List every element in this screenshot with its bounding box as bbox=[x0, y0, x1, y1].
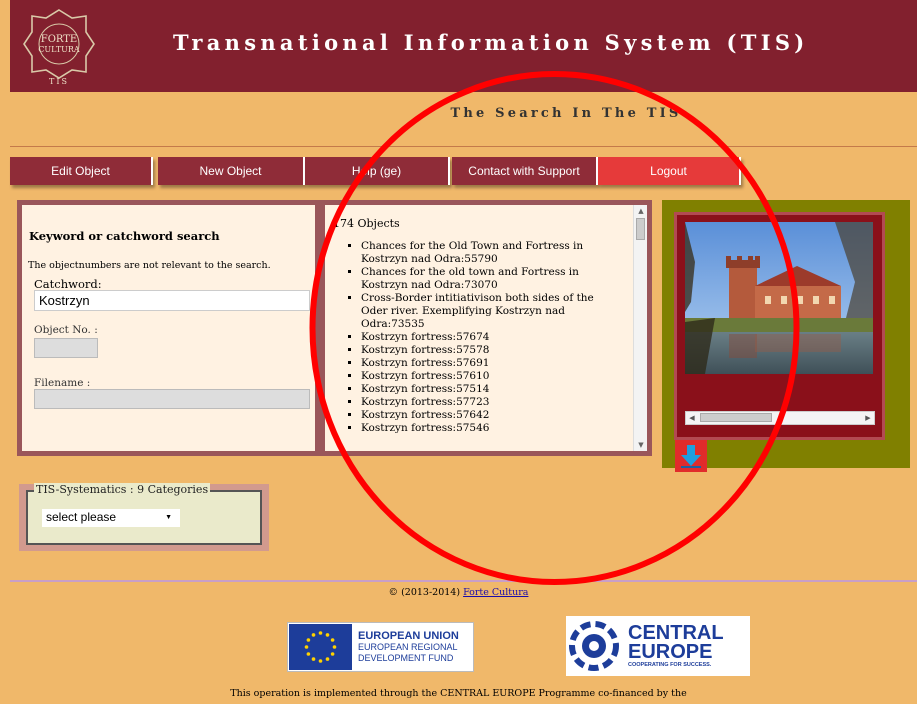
result-item[interactable]: Kostrzyn fortress:57691 bbox=[361, 357, 621, 370]
object-number-input[interactable] bbox=[34, 338, 98, 358]
search-panel: Keyword or catchword search The objectnu… bbox=[17, 200, 320, 456]
filename-input[interactable] bbox=[34, 389, 310, 409]
ce-tagline: COOPERATING FOR SUCCESS. bbox=[628, 661, 712, 668]
eu-line-3: DEVELOPMENT FUND bbox=[358, 652, 454, 663]
header-bar: FORTE CULTURA TIS Transnational Informat… bbox=[10, 0, 917, 92]
image-panel: ◀ ▶ bbox=[662, 200, 910, 468]
svg-text:FORTE: FORTE bbox=[41, 34, 77, 45]
systematics-panel: TIS-Systematics : 9 Categories select pl… bbox=[19, 483, 269, 551]
forte-cultura-link[interactable]: Forte Cultura bbox=[463, 587, 528, 598]
scroll-up-icon[interactable]: ▲ bbox=[634, 205, 647, 217]
nav-new-object[interactable]: New Object bbox=[158, 157, 305, 185]
results-panel: 174 Objects Chances for the Old Town and… bbox=[320, 200, 652, 456]
nav-logout[interactable]: Logout bbox=[598, 157, 741, 185]
result-item[interactable]: Kostrzyn fortress:57674 bbox=[361, 331, 621, 344]
footer-note: This operation is implemented through th… bbox=[230, 688, 687, 699]
result-item[interactable]: Kostrzyn fortress:57578 bbox=[361, 344, 621, 357]
catchword-label: Catchword: bbox=[34, 277, 102, 291]
catchword-input[interactable]: Kostrzyn bbox=[34, 290, 310, 311]
eu-flag-icon bbox=[289, 624, 352, 670]
systematics-select[interactable]: select please ▼ bbox=[42, 509, 180, 527]
download-arrow-icon bbox=[681, 445, 701, 468]
ce-line-1: CENTRAL bbox=[628, 621, 724, 644]
eu-line-2: EUROPEAN REGIONAL bbox=[358, 641, 458, 652]
scroll-right-icon[interactable]: ▶ bbox=[862, 412, 874, 424]
nav-edit-object[interactable]: Edit Object bbox=[10, 157, 153, 185]
svg-text:TIS: TIS bbox=[49, 77, 69, 86]
eu-logo: EUROPEAN UNION EUROPEAN REGIONAL DEVELOP… bbox=[287, 622, 474, 672]
result-item[interactable]: Kostrzyn fortress:57723 bbox=[361, 396, 621, 409]
ce-line-2: EUROPE bbox=[628, 640, 713, 663]
result-item[interactable]: Chances for the Old Town and Fortress in… bbox=[361, 240, 621, 266]
systematics-selected-value: select please bbox=[46, 510, 117, 524]
scroll-thumb[interactable] bbox=[636, 218, 645, 240]
nav-help[interactable]: Help (ge) bbox=[305, 157, 450, 185]
result-item[interactable]: Chances for the old town and Fortress in… bbox=[361, 266, 621, 292]
footer-divider bbox=[10, 580, 917, 582]
search-title: Keyword or catchword search bbox=[29, 229, 220, 243]
copyright: © (2013-2014) Forte Cultura bbox=[388, 587, 529, 598]
eu-title: EUROPEAN UNION bbox=[358, 629, 459, 642]
forte-cultura-logo[interactable]: FORTE CULTURA TIS bbox=[16, 4, 102, 88]
results-scrollbar[interactable]: ▲ ▼ bbox=[633, 205, 647, 451]
image-frame: ◀ ▶ bbox=[674, 212, 885, 440]
app-title: Transnational Information System (TIS) bbox=[173, 30, 809, 55]
results-list: Chances for the Old Town and Fortress in… bbox=[341, 240, 621, 435]
image-scroll-thumb[interactable] bbox=[700, 413, 772, 422]
results-count: 174 Objects bbox=[333, 217, 400, 230]
result-item[interactable]: Kostrzyn fortress:57514 bbox=[361, 383, 621, 396]
fortress-photo[interactable] bbox=[685, 222, 873, 374]
central-europe-logo: CENTRAL EUROPE COOPERATING FOR SUCCESS. bbox=[566, 616, 750, 676]
object-number-label: Object No. : bbox=[34, 324, 98, 336]
image-scrollbar[interactable]: ◀ ▶ bbox=[685, 411, 875, 425]
chevron-down-icon: ▼ bbox=[165, 514, 172, 521]
header-divider bbox=[10, 146, 917, 147]
search-note: The objectnumbers are not relevant to th… bbox=[28, 260, 271, 271]
result-item[interactable]: Kostrzyn fortress:57546 bbox=[361, 422, 621, 435]
result-item[interactable]: Cross-Border intitiativison both sides o… bbox=[361, 292, 621, 331]
result-item[interactable]: Kostrzyn fortress:57610 bbox=[361, 370, 621, 383]
nav-contact-support[interactable]: Contact with Support bbox=[452, 157, 598, 185]
scroll-left-icon[interactable]: ◀ bbox=[686, 412, 698, 424]
svg-text:CULTURA: CULTURA bbox=[38, 45, 80, 54]
filename-label: Filename : bbox=[34, 377, 91, 389]
page-subtitle: The Search In The TIS bbox=[450, 106, 682, 121]
systematics-fieldset: TIS-Systematics : 9 Categories select pl… bbox=[26, 483, 262, 545]
result-item[interactable]: Kostrzyn fortress:57642 bbox=[361, 409, 621, 422]
central-europe-emblem-icon bbox=[569, 621, 619, 671]
scroll-down-icon[interactable]: ▼ bbox=[634, 439, 647, 451]
download-button[interactable] bbox=[675, 440, 707, 472]
systematics-legend: TIS-Systematics : 9 Categories bbox=[34, 483, 211, 496]
